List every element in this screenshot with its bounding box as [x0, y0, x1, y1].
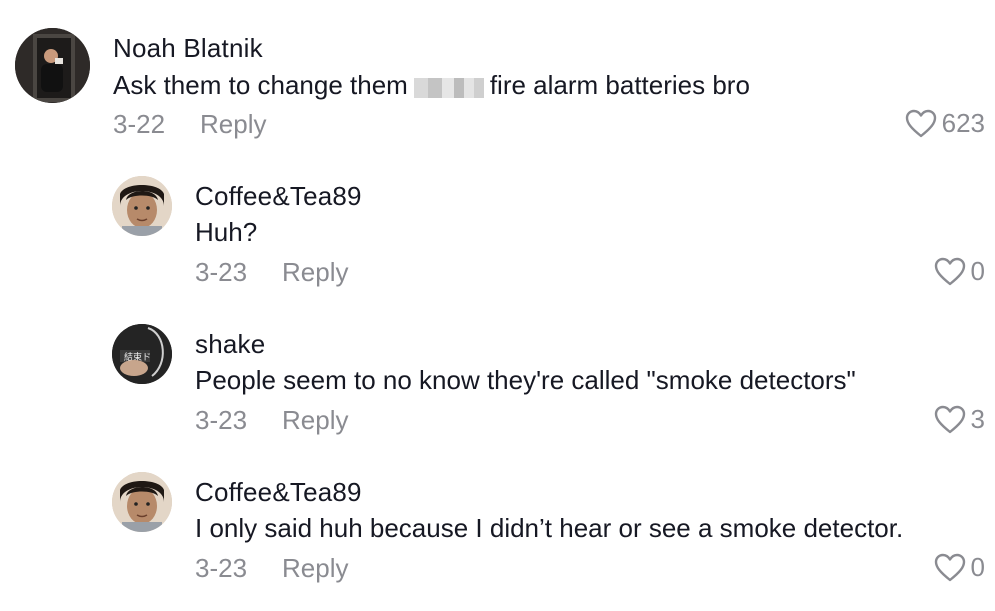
reply-button[interactable]: Reply — [282, 405, 348, 436]
heart-outline-icon — [934, 405, 965, 433]
comment-text: Ask them to change them fire alarm batter… — [113, 70, 750, 101]
like-button[interactable]: 3 — [934, 404, 985, 435]
heart-outline-icon — [905, 109, 936, 137]
comment-username[interactable]: Noah Blatnik — [113, 33, 263, 64]
reply-button[interactable]: Reply — [282, 553, 348, 584]
comment-text-before: Ask them to change them — [113, 70, 408, 100]
like-count: 3 — [970, 404, 985, 434]
comment-text: Huh? — [195, 217, 258, 247]
comment-date: 3-23 — [195, 405, 248, 435]
comment-username[interactable]: Coffee&Tea89 — [195, 477, 362, 508]
like-button[interactable]: 0 — [934, 256, 985, 287]
avatar[interactable]: 結束ド — [112, 324, 172, 384]
avatar[interactable] — [112, 472, 172, 532]
comment-text-after: fire alarm batteries bro — [489, 70, 750, 100]
comment-top: Noah Blatnik Ask them to change them fire… — [0, 0, 995, 150]
like-count: 0 — [970, 552, 985, 582]
comment-date: 3-22 — [113, 109, 166, 139]
reply-button[interactable]: Reply — [200, 109, 266, 140]
comment-text: People seem to no know they're called "s… — [195, 365, 856, 395]
like-count: 623 — [941, 108, 985, 138]
heart-outline-icon — [934, 257, 965, 285]
censored-word — [413, 78, 484, 98]
comment-username[interactable]: Coffee&Tea89 — [195, 181, 362, 212]
comment-reply: Coffee&Tea89 Huh? 3-23 Reply 0 — [0, 150, 995, 300]
comment-reply: Coffee&Tea89 I only said huh because I d… — [0, 446, 995, 611]
comment-date: 3-23 — [195, 257, 248, 287]
reply-button[interactable]: Reply — [282, 257, 348, 288]
like-button[interactable]: 0 — [934, 552, 985, 583]
comment-text: I only said huh because I didn’t hear or… — [195, 513, 904, 543]
avatar[interactable] — [15, 28, 90, 103]
comment-reply: 結束ド shake People seem to no know they're… — [0, 298, 995, 448]
like-button[interactable]: 623 — [905, 108, 985, 139]
comment-username[interactable]: shake — [195, 329, 265, 360]
heart-outline-icon — [934, 553, 965, 581]
comment-date: 3-23 — [195, 553, 248, 583]
avatar[interactable] — [112, 176, 172, 236]
like-count: 0 — [970, 256, 985, 286]
